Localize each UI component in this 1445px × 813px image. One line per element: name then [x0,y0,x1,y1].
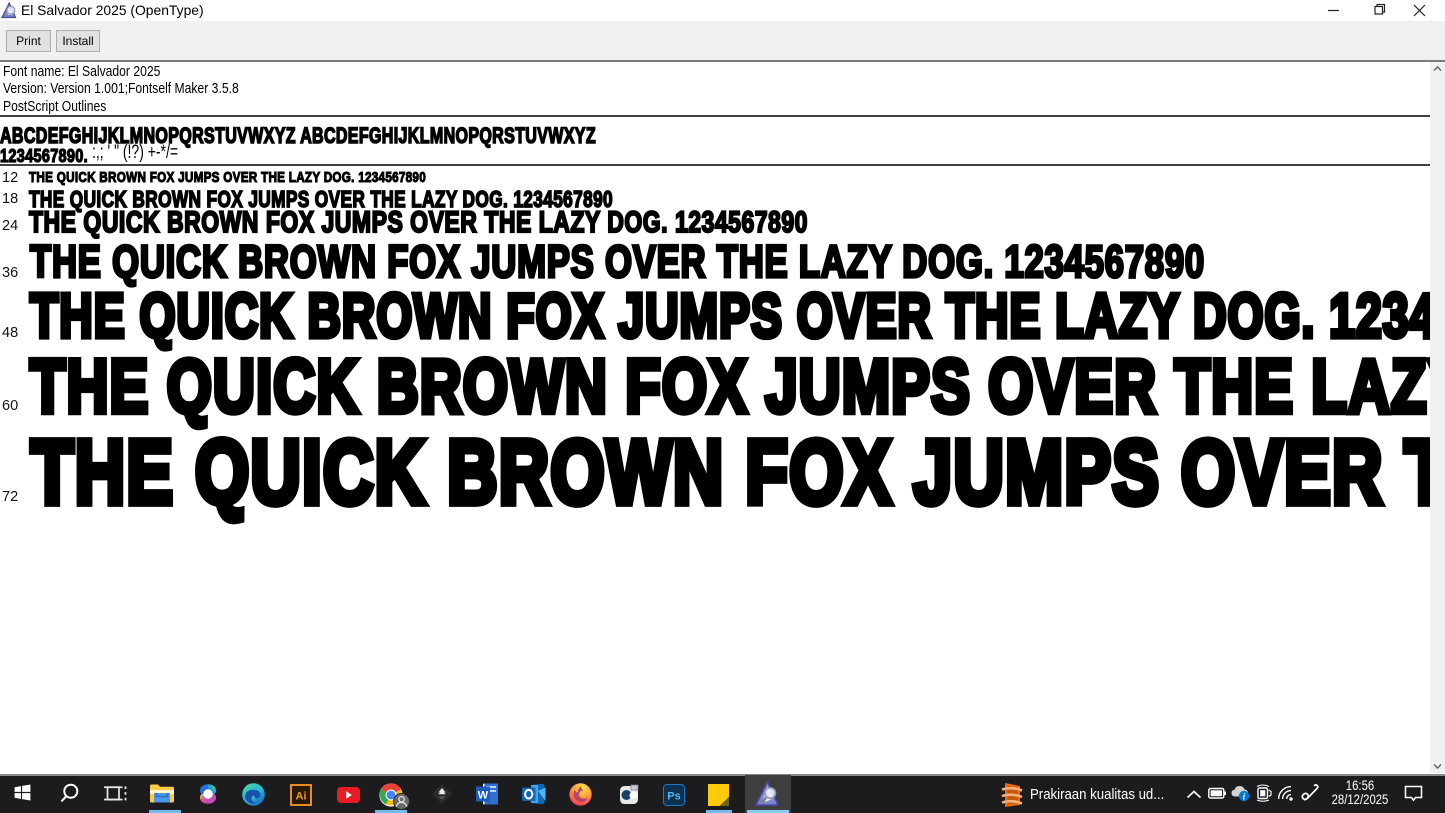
svg-text:Ps: Ps [667,790,680,802]
svg-text:W: W [478,789,489,801]
svg-text:Ai: Ai [296,791,307,803]
